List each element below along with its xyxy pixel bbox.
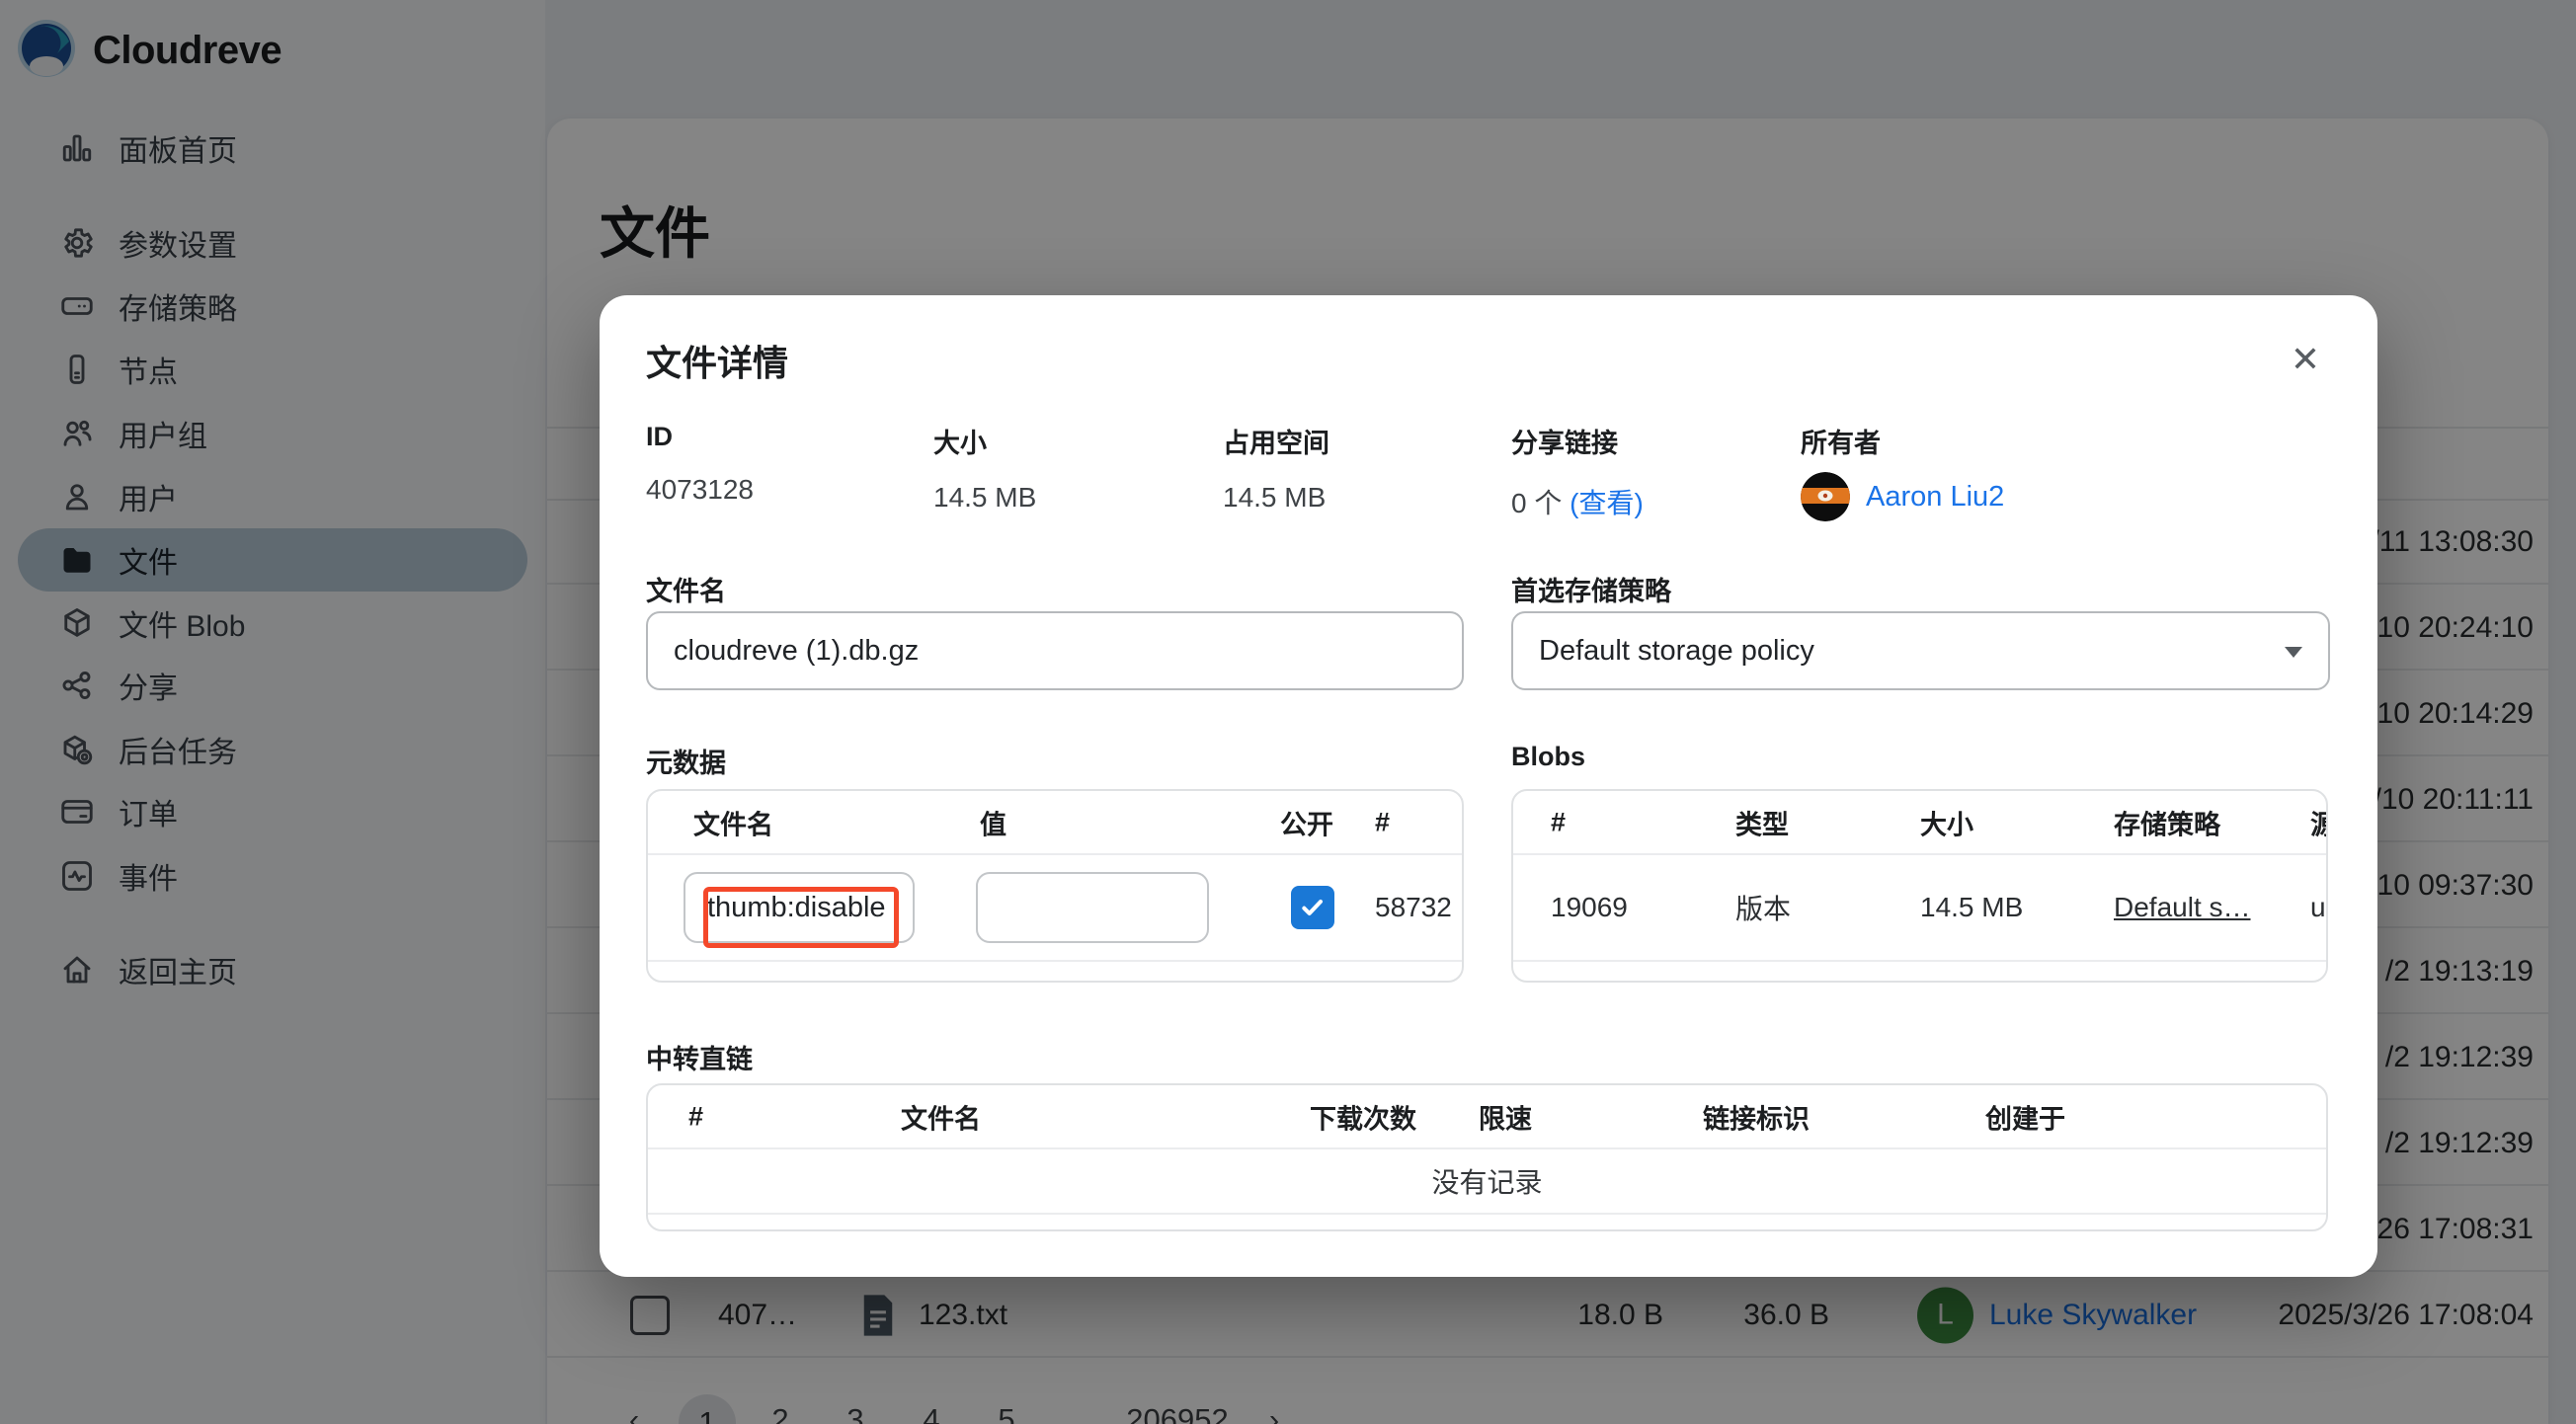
blob-type-cell: 版本: [1735, 888, 1791, 927]
view-shares-link[interactable]: (查看): [1570, 488, 1644, 518]
metadata-id-cell: 58732: [1375, 892, 1452, 923]
share-count: 0 个: [1511, 488, 1570, 518]
metadata-table: 文件名 值 公开 # 58732: [646, 789, 1464, 983]
blobs-row[interactable]: 19069 版本 14.5 MB Default s… u: [1513, 855, 2326, 962]
blob-id-cell: 19069: [1551, 892, 1628, 923]
metadata-row: 58732: [648, 855, 1462, 962]
cloudreve-admin-screen: Cloudreve 面板首页 参数设置 存储策略 节点: [0, 0, 2576, 1424]
public-checkbox-checked[interactable]: [1291, 886, 1334, 929]
metadata-value-input[interactable]: [976, 872, 1209, 943]
stat-id: ID 4073128: [646, 422, 754, 506]
blobs-header: # 类型 大小 存储策略 源: [1513, 791, 2326, 855]
close-icon[interactable]: ✕: [2279, 333, 2332, 386]
empty-state-text: 没有记录: [648, 1161, 2326, 1201]
metadata-label: 元数据: [646, 742, 726, 780]
policy-label: 首选存储策略: [1511, 570, 1671, 608]
blobs-table: # 类型 大小 存储策略 源 19069 版本 14.5 MB Default …: [1511, 789, 2328, 983]
blobs-label: Blobs: [1511, 742, 1585, 772]
stat-size: 大小 14.5 MB: [933, 422, 1036, 514]
blob-source-cell-clipped: u: [2310, 892, 2326, 923]
filename-label: 文件名: [646, 570, 726, 608]
owner-avatar: [1801, 472, 1850, 521]
owner-link[interactable]: Aaron Liu2: [1866, 481, 2004, 514]
stat-owner: 所有者 Aaron Liu2: [1801, 422, 2004, 521]
direct-links-header: # 文件名 下载次数 限速 链接标识 创建于: [648, 1085, 2326, 1149]
metadata-header: 文件名 值 公开 #: [648, 791, 1462, 855]
stat-share-links: 分享链接 0 个 (查看): [1511, 422, 1644, 521]
file-details-modal: 文件详情 ✕ ID 4073128 大小 14.5 MB 占用空间 14.5 M…: [600, 295, 2377, 1277]
blob-policy-link[interactable]: Default s…: [2114, 892, 2251, 923]
direct-links-label: 中转直链: [646, 1038, 753, 1076]
chevron-down-icon: [2285, 647, 2302, 658]
policy-select[interactable]: Default storage policy: [1511, 611, 2330, 690]
modal-title: 文件详情: [646, 335, 788, 386]
blob-size-cell: 14.5 MB: [1920, 892, 2023, 923]
direct-links-empty-row: 没有记录: [648, 1149, 2326, 1215]
filename-input[interactable]: [646, 611, 1464, 690]
direct-links-table: # 文件名 下载次数 限速 链接标识 创建于 没有记录: [646, 1083, 2328, 1231]
metadata-name-input[interactable]: [684, 872, 915, 943]
stat-used-space: 占用空间 14.5 MB: [1223, 422, 1329, 514]
